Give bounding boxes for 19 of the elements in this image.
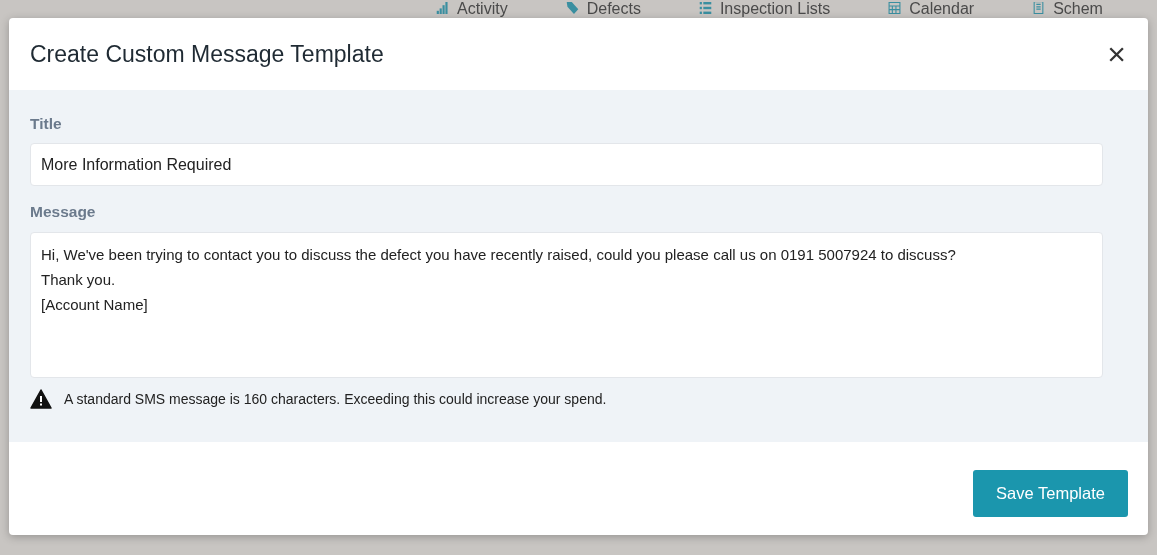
nav-item[interactable]: Defects	[586, 0, 641, 17]
modal-title: Create Custom Message Template	[30, 39, 384, 69]
list-icon	[698, 2, 712, 14]
message-textarea[interactable]: Hi, We've been trying to contact you to discuss the defect you have recently raised, could you please call us on 0191 5007924 to discuss? Thank you. [Account Name]	[30, 231, 1103, 378]
field-label: Title	[30, 114, 63, 134]
title-input[interactable]: More Information Required	[30, 143, 1103, 187]
nav-item[interactable]: Calendar	[909, 0, 975, 17]
nav-item[interactable]: Inspection Lists	[719, 0, 831, 17]
tag-icon	[565, 2, 579, 14]
close-button[interactable]: ×	[1107, 38, 1126, 70]
warning-text: A standard SMS message is 160 characters. Exceeding this could increase your spend.	[64, 389, 607, 409]
save-button[interactable]: Save Template	[973, 469, 1128, 517]
field-label: Message	[30, 202, 97, 223]
warning-icon	[30, 389, 52, 409]
bars-icon	[436, 2, 449, 14]
document-icon	[1032, 2, 1046, 14]
nav-item[interactable]: Activity	[457, 0, 508, 17]
nav-item[interactable]: Schem	[1053, 0, 1103, 17]
calendar-icon	[888, 2, 902, 14]
